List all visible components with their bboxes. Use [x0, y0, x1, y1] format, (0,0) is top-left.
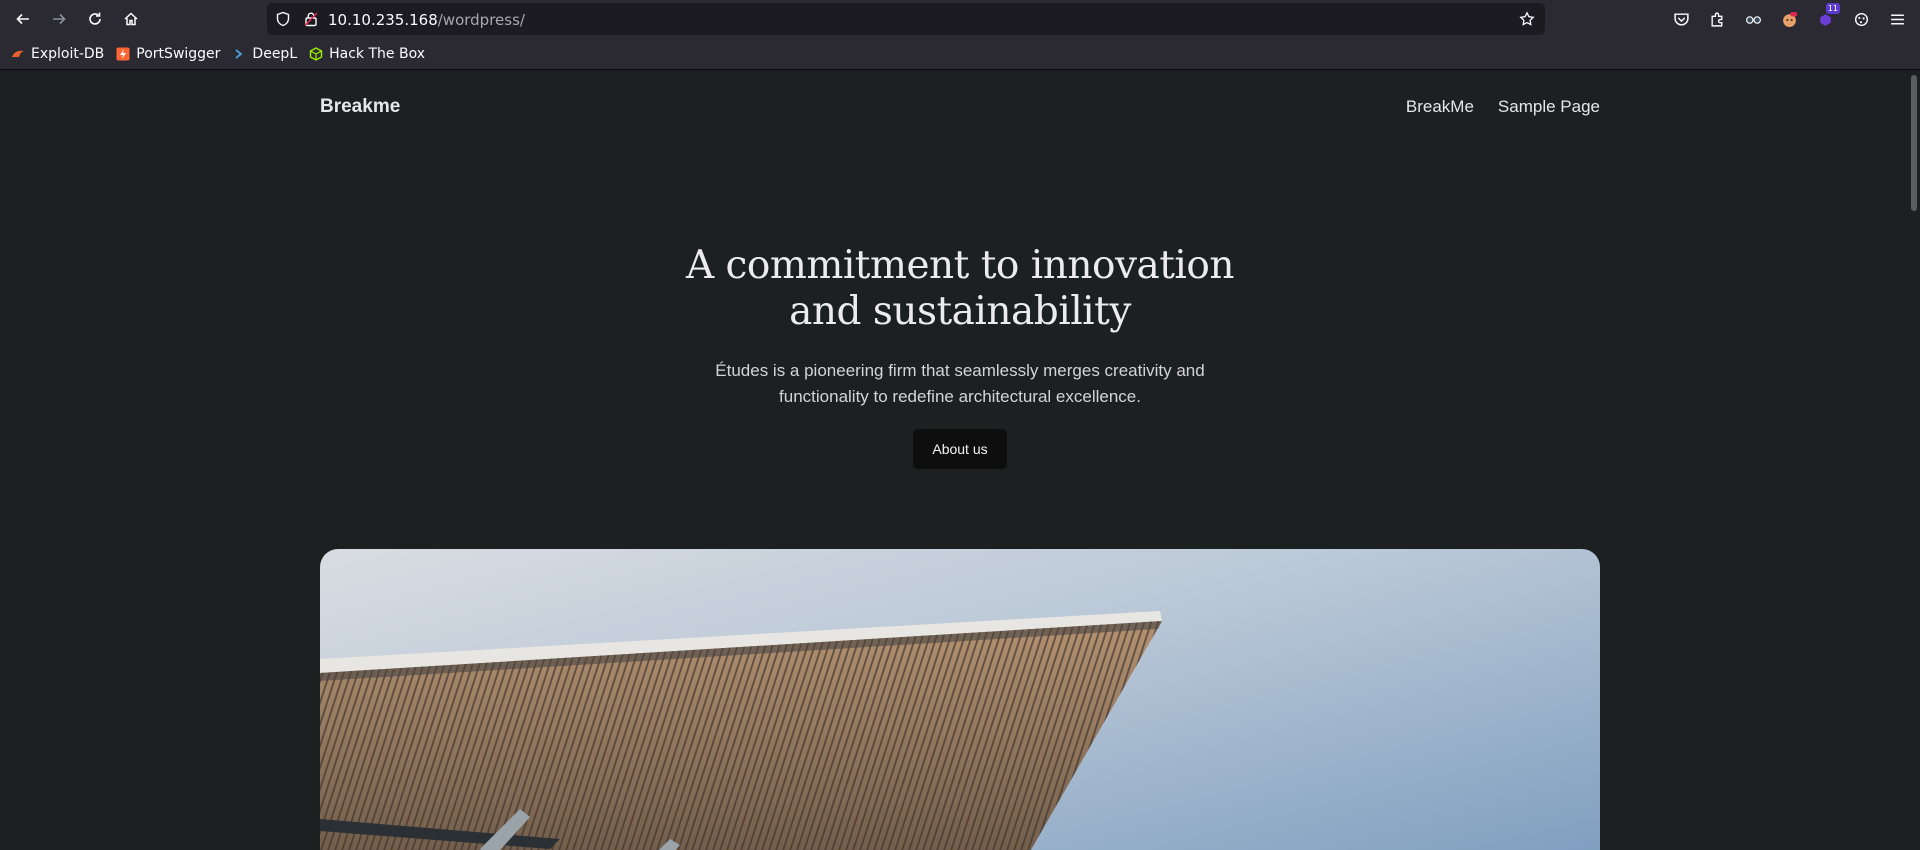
menu-hamburger-icon[interactable] — [1884, 6, 1910, 32]
star-icon[interactable] — [1519, 11, 1535, 27]
glasses-extension-icon[interactable] — [1740, 6, 1766, 32]
hero-description: Études is a pioneering firm that seamles… — [660, 358, 1260, 410]
pocket-icon[interactable] — [1668, 6, 1694, 32]
nav-link-breakme[interactable]: BreakMe — [1406, 97, 1474, 117]
hero-description-line1: Études is a pioneering firm that seamles… — [715, 361, 1205, 380]
extensions-puzzle-icon[interactable] — [1704, 6, 1730, 32]
hero-heading-line2: and sustainability — [789, 289, 1131, 334]
portswigger-icon — [116, 47, 130, 61]
settings-extension-icon[interactable] — [1848, 6, 1874, 32]
bookmark-hackthebox[interactable]: Hack The Box — [309, 42, 425, 66]
bookmark-label: Hack The Box — [329, 45, 425, 62]
reload-button[interactable] — [82, 6, 108, 32]
scrollbar-thumb[interactable] — [1911, 75, 1917, 211]
back-button[interactable] — [10, 6, 36, 32]
url-bar[interactable]: 10.10.235.168/wordpress/ — [267, 3, 1545, 35]
bookmark-label: Exploit-DB — [31, 45, 105, 62]
site-title[interactable]: Breakme — [320, 96, 400, 118]
url-path: /wordpress/ — [437, 11, 525, 29]
hero-heading: A commitment to innovation and sustainab… — [660, 243, 1260, 335]
cookie-face-extension-icon[interactable] — [1776, 6, 1802, 32]
forward-button[interactable] — [46, 6, 72, 32]
bookmark-exploit-db[interactable]: Exploit-DB — [11, 42, 104, 66]
bookmark-portswigger[interactable]: PortSwigger — [116, 42, 220, 66]
tracking-shield-icon[interactable] — [275, 11, 291, 27]
page-scrollbar[interactable] — [1906, 71, 1920, 850]
reload-icon — [89, 12, 101, 25]
bookmark-label: PortSwigger — [136, 45, 221, 62]
browser-toolbar: 10.10.235.168/wordpress/ 11 — [0, 0, 1920, 38]
hackthebox-icon — [309, 46, 323, 61]
url-host: 10.10.235.168 — [328, 11, 438, 29]
deepl-icon — [232, 47, 246, 61]
purple-extension-icon[interactable]: 11 — [1812, 3, 1840, 32]
arrow-left-icon — [16, 13, 29, 25]
hero-description-line2: functionality to redefine architectural … — [779, 387, 1141, 406]
bookmark-deepl[interactable]: DeepL — [232, 42, 297, 66]
exploit-db-icon — [11, 47, 25, 61]
url-text[interactable]: 10.10.235.168/wordpress/ — [328, 11, 525, 29]
bookmark-label: DeepL — [252, 45, 298, 62]
insecure-lock-icon[interactable] — [303, 11, 319, 27]
nav-link-sample-page[interactable]: Sample Page — [1498, 97, 1600, 117]
extension-badge: 11 — [1825, 3, 1840, 14]
page-viewport: Breakme BreakMe Sample Page A commitment… — [0, 71, 1920, 850]
bookmarks-bar: Exploit-DB PortSwigger DeepL Hack The Bo… — [0, 38, 1920, 70]
arrow-right-icon — [53, 13, 66, 25]
home-icon — [124, 12, 138, 26]
home-button[interactable] — [118, 6, 144, 32]
extension-toolbar: 11 — [1668, 3, 1920, 32]
hero-heading-line1: A commitment to innovation — [685, 243, 1235, 288]
site-navigation: BreakMe Sample Page — [1382, 97, 1600, 117]
architecture-building-photo — [320, 549, 1600, 850]
about-us-button[interactable]: About us — [913, 429, 1007, 469]
